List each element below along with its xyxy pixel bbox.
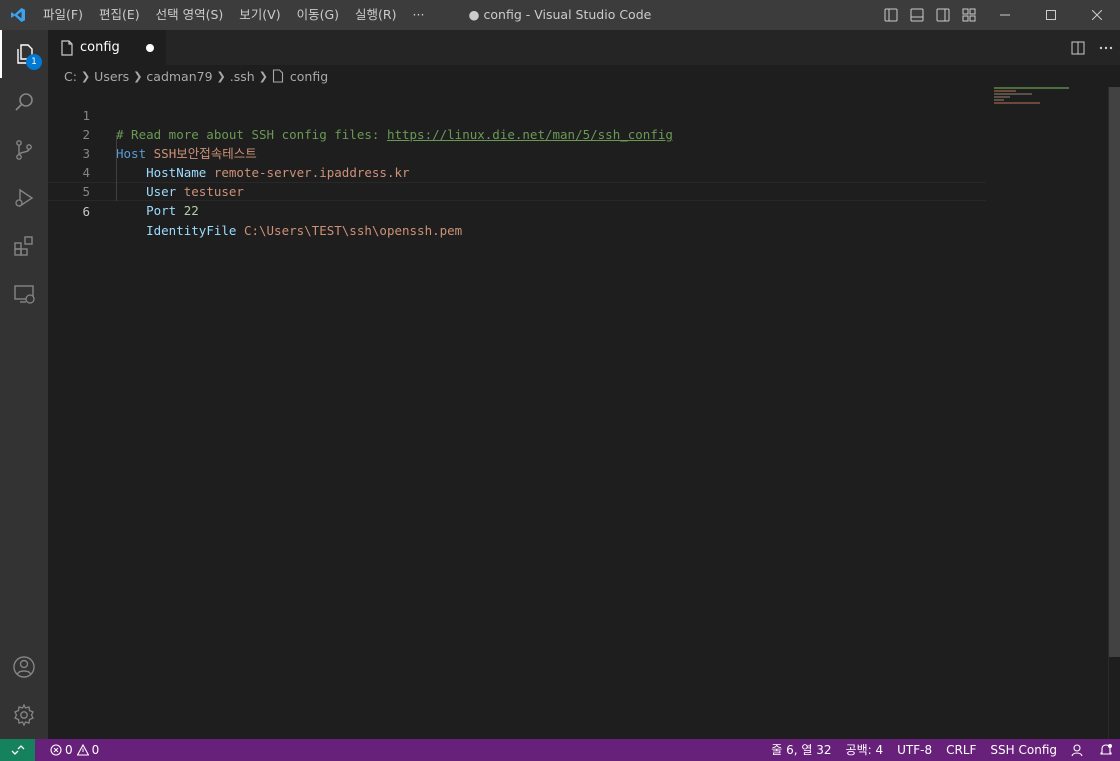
breadcrumb-item[interactable]: Users	[94, 69, 129, 84]
menu-more[interactable]: ···	[405, 0, 433, 30]
eol-status[interactable]: CRLF	[939, 739, 983, 761]
breadcrumb: C: ❯ Users ❯ cadman79 ❯ .ssh ❯ config	[48, 65, 1108, 87]
menu-go[interactable]: 이동(G)	[289, 0, 347, 30]
breadcrumb-item[interactable]: cadman79	[146, 69, 212, 84]
keyword: IdentityFile	[146, 223, 237, 238]
extensions-icon[interactable]	[0, 222, 48, 270]
status-bar: 0 0 줄 6, 열 32 공백: 4 UTF-8 CRLF SSH Confi…	[0, 739, 1120, 761]
tab-config[interactable]: config	[48, 30, 166, 65]
editor-actions	[1064, 30, 1120, 65]
problems-status[interactable]: 0 0	[43, 739, 106, 761]
run-debug-icon[interactable]	[0, 174, 48, 222]
activity-bar: 1	[0, 30, 48, 739]
tab-label: config	[80, 40, 120, 55]
code-line-current: 6 IdentityFile C:\Users\TEST\ssh\openssh…	[48, 182, 986, 238]
keyword: Port	[146, 203, 177, 218]
indent-guide	[116, 135, 117, 201]
explorer-icon[interactable]: 1	[0, 30, 48, 78]
warning-count: 0	[91, 743, 100, 757]
toggle-secondary-sidebar-icon[interactable]	[930, 0, 956, 30]
chevron-right-icon: ❯	[258, 69, 268, 83]
vscode-logo-icon	[0, 0, 35, 30]
toggle-panel-icon[interactable]	[904, 0, 930, 30]
menu-run[interactable]: 실행(R)	[347, 0, 404, 30]
vertical-scrollbar[interactable]	[1108, 87, 1120, 739]
menu-view[interactable]: 보기(V)	[231, 0, 288, 30]
source-control-icon[interactable]	[0, 126, 48, 174]
code-line: 5 Port 22	[48, 163, 986, 218]
chevron-right-icon: ❯	[133, 69, 143, 83]
toggle-primary-sidebar-icon[interactable]	[878, 0, 904, 30]
remote-indicator-icon[interactable]	[0, 739, 35, 761]
value: C:\Users\TEST\ssh\openssh.pem	[243, 223, 463, 238]
code-line: 4 User testuser	[48, 144, 986, 199]
code-line: 3 HostName remote-server.ipaddress.kr	[48, 125, 986, 180]
tab-bar: config	[48, 30, 1120, 65]
warning-icon	[76, 744, 89, 756]
feedback-icon[interactable]	[1064, 739, 1092, 761]
indentation-status[interactable]: 공백: 4	[839, 739, 891, 761]
file-icon	[272, 69, 283, 83]
breadcrumb-item[interactable]: config	[290, 69, 328, 84]
unsaved-dot-icon[interactable]	[146, 44, 154, 52]
file-icon	[61, 39, 73, 56]
value: 22	[183, 203, 199, 218]
settings-gear-icon[interactable]	[0, 691, 48, 739]
menu-bar: 파일(F) 편집(E) 선택 영역(S) 보기(V) 이동(G) 실행(R) ·…	[35, 0, 432, 30]
encoding-status[interactable]: UTF-8	[890, 739, 939, 761]
chevron-right-icon: ❯	[80, 69, 91, 83]
minimize-icon[interactable]	[982, 0, 1028, 30]
menu-file[interactable]: 파일(F)	[35, 0, 91, 30]
maximize-icon[interactable]	[1028, 0, 1074, 30]
notifications-bell-icon[interactable]	[1092, 739, 1120, 761]
title-bar: 파일(F) 편집(E) 선택 영역(S) 보기(V) 이동(G) 실행(R) ·…	[0, 0, 1120, 30]
menu-edit[interactable]: 편집(E)	[91, 0, 148, 30]
split-editor-icon[interactable]	[1064, 30, 1092, 65]
code-line: 1 # Read more about SSH config files: ht…	[48, 87, 986, 142]
scrollbar-thumb[interactable]	[1109, 87, 1120, 657]
search-icon[interactable]	[0, 78, 48, 126]
chevron-right-icon: ❯	[216, 69, 226, 83]
layout-controls	[878, 0, 982, 30]
cursor-position[interactable]: 줄 6, 열 32	[764, 739, 838, 761]
breadcrumb-item[interactable]: C:	[64, 69, 77, 84]
window-controls	[982, 0, 1120, 30]
language-mode[interactable]: SSH Config	[983, 739, 1064, 761]
explorer-badge: 1	[26, 54, 42, 70]
code-editor[interactable]: 1 # Read more about SSH config files: ht…	[48, 87, 1108, 739]
menu-selection[interactable]: 선택 영역(S)	[148, 0, 232, 30]
remote-explorer-icon[interactable]	[0, 270, 48, 318]
error-count: 0	[65, 743, 73, 757]
customize-layout-icon[interactable]	[956, 0, 982, 30]
close-icon[interactable]	[1074, 0, 1120, 30]
minimap[interactable]	[994, 87, 1106, 107]
account-icon[interactable]	[0, 643, 48, 691]
error-icon	[50, 744, 62, 756]
code-line: 2 Host SSH보안접속테스트	[48, 106, 986, 161]
breadcrumb-item[interactable]: .ssh	[230, 69, 255, 84]
line-number: 6	[82, 204, 90, 219]
more-actions-icon[interactable]	[1092, 30, 1120, 65]
